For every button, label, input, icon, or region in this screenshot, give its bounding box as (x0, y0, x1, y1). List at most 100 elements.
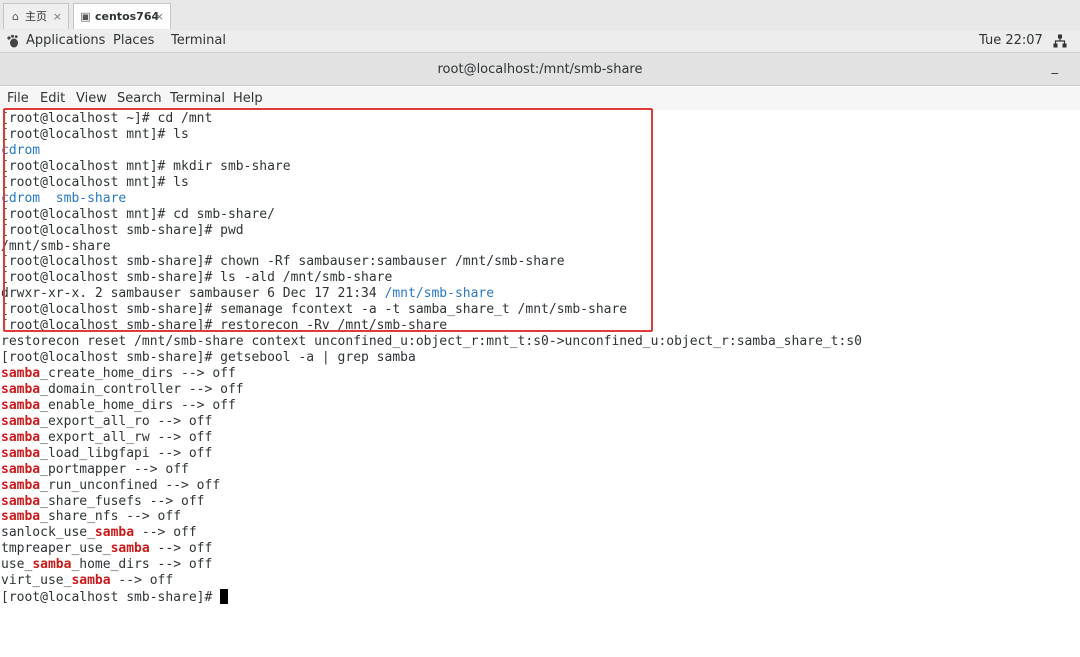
grep-match: samba (1, 461, 41, 477)
terminal-text: [root@localhost smb-share]# (1, 590, 221, 606)
grep-match: samba (1, 413, 41, 429)
terminal-line: [root@localhost smb-share]# restorecon -… (1, 318, 862, 334)
terminal-text: --> off (110, 573, 174, 589)
terminal-text: _load_libgfapi --> off (40, 445, 213, 461)
terminal-line: tmpreaper_use_samba --> off (1, 541, 862, 557)
applications-menu[interactable]: Applications (26, 30, 105, 52)
terminal-line: samba_export_all_rw --> off (1, 430, 862, 446)
close-icon[interactable]: × (155, 4, 164, 30)
terminal-text: [root@localhost smb-share]# getsebool -a… (1, 350, 416, 366)
terminal-text: [root@localhost smb-share]# pwd (1, 222, 244, 238)
terminal-text: _home_dirs --> off (71, 557, 213, 573)
terminal-text: _portmapper --> off (40, 461, 189, 477)
host-tab-home-label: 主页 (25, 10, 47, 23)
terminal-text: drwxr-xr-x. 2 sambauser sambauser 6 Dec … (1, 286, 385, 302)
menu-help[interactable]: Help (233, 87, 263, 110)
terminal-line: samba_domain_controller --> off (1, 382, 862, 398)
terminal-text: _share_fusefs --> off (40, 493, 205, 509)
terminal-cursor (220, 589, 229, 605)
terminal-text: _share_nfs --> off (40, 509, 182, 525)
terminal-line: virt_use_samba --> off (1, 573, 862, 589)
terminal-text: virt_use_ (1, 573, 72, 589)
vm-icon: ▣ (80, 10, 91, 23)
host-tab-home[interactable]: ⌂ 主页 × (3, 3, 69, 29)
menu-file[interactable]: File (7, 87, 29, 110)
terminal-text: sanlock_use_ (1, 525, 95, 541)
terminal-text: tmpreaper_use_ (1, 541, 111, 557)
clock[interactable]: Tue 22:07 (979, 30, 1043, 52)
window-title: root@localhost:/mnt/smb-share (437, 62, 643, 77)
places-menu[interactable]: Places (113, 30, 154, 52)
grep-match: samba (32, 557, 72, 573)
terminal-text: [root@localhost smb-share]# ls -ald /mnt… (1, 270, 393, 286)
terminal-output[interactable]: [root@localhost ~]# cd /mnt [root@localho… (0, 111, 1080, 657)
terminal-text: [root@localhost mnt]# ls (1, 126, 189, 142)
terminal-menubar: File Edit View Search Terminal Help (0, 87, 1080, 110)
directory-name: /mnt/smb-share (384, 286, 495, 302)
terminal-text: [root@localhost ~]# cd /mnt (1, 111, 213, 126)
terminal-text: _export_all_rw --> off (40, 429, 213, 445)
directory-name: cdrom (1, 142, 41, 158)
terminal-line: [root@localhost mnt]# ls (1, 127, 862, 143)
host-tab-vm-label: centos764 (95, 10, 160, 23)
terminal-line: samba_enable_home_dirs --> off (1, 398, 862, 414)
grep-match: samba (94, 525, 135, 541)
terminal-text: [root@localhost smb-share]# chown -Rf sa… (1, 254, 565, 270)
grep-match: samba (1, 445, 41, 461)
home-icon: ⌂ (12, 10, 19, 23)
menu-terminal[interactable]: Terminal (170, 87, 225, 110)
menu-view[interactable]: View (76, 87, 107, 110)
terminal-line: /mnt/smb-share (1, 239, 862, 255)
menu-search[interactable]: Search (117, 87, 162, 110)
terminal-app-menu[interactable]: Terminal (171, 30, 226, 52)
terminal-text: [root@localhost mnt]# mkdir smb-share (1, 158, 291, 174)
gnome-foot-icon (7, 34, 18, 48)
menu-edit[interactable]: Edit (40, 87, 65, 110)
terminal-line: cdrom smb-share (1, 191, 862, 207)
grep-match: samba (1, 397, 41, 413)
terminal-line: [root@localhost smb-share]# ls -ald /mnt… (1, 270, 862, 286)
terminal-text: _domain_controller --> off (40, 381, 244, 397)
terminal-line: [root@localhost smb-share]# pwd (1, 223, 862, 239)
grep-match: samba (1, 477, 41, 493)
terminal-text: [root@localhost smb-share]# semanage fco… (1, 302, 628, 318)
terminal-line: [root@localhost smb-share]# semanage fco… (1, 302, 862, 318)
terminal-line: use_samba_home_dirs --> off (1, 557, 862, 573)
terminal-line: [root@localhost smb-share]# getsebool -a… (1, 350, 862, 366)
terminal-line: samba_share_fusefs --> off (1, 494, 862, 510)
terminal-line: samba_create_home_dirs --> off (1, 366, 862, 382)
terminal-text: use_ (1, 557, 33, 573)
terminal-line: samba_load_libgfapi --> off (1, 446, 862, 462)
terminal-line: [root@localhost smb-share]# chown -Rf sa… (1, 254, 862, 270)
terminal-text: _export_all_ro --> off (40, 413, 213, 429)
network-icon[interactable] (1053, 34, 1067, 48)
terminal-line: [root@localhost mnt]# cd smb-share/ (1, 207, 862, 223)
grep-match: samba (71, 573, 111, 589)
terminal-text: [root@localhost mnt]# ls (1, 174, 189, 190)
terminal-text: --> off (134, 525, 197, 541)
terminal-lines: [root@localhost ~]# cd /mnt [root@localho… (1, 111, 862, 605)
terminal-text: [root@localhost smb-share]# restorecon -… (1, 318, 448, 334)
grep-match: samba (1, 509, 41, 525)
terminal-line: restorecon reset /mnt/smb-share context … (1, 334, 862, 350)
terminal-line: [root@localhost mnt]# mkdir smb-share (1, 159, 862, 175)
terminal-text: --> off (149, 541, 213, 557)
close-icon[interactable]: × (53, 4, 62, 30)
grep-match: samba (1, 429, 41, 445)
terminal-line: [root@localhost mnt]# ls (1, 175, 862, 191)
window-titlebar[interactable]: root@localhost:/mnt/smb-share _ (0, 52, 1080, 86)
grep-match: samba (1, 381, 41, 397)
terminal-text: _enable_home_dirs --> off (40, 397, 236, 413)
terminal-line: [root@localhost smb-share]# (1, 589, 862, 605)
grep-match: samba (110, 541, 150, 557)
minimize-button[interactable]: _ (1052, 51, 1059, 85)
terminal-line: samba_portmapper --> off (1, 462, 862, 478)
terminal-text: _create_home_dirs --> off (40, 366, 236, 381)
directory-name: cdrom (1, 190, 41, 206)
host-tab-bar: ⌂ 主页 × ▣ centos764 × (0, 0, 1080, 31)
terminal-text: [root@localhost mnt]# cd smb-share/ (1, 206, 275, 222)
terminal-line: cdrom (1, 143, 862, 159)
terminal-line: sanlock_use_samba --> off (1, 525, 862, 541)
host-tab-vm[interactable]: ▣ centos764 × (73, 3, 171, 29)
